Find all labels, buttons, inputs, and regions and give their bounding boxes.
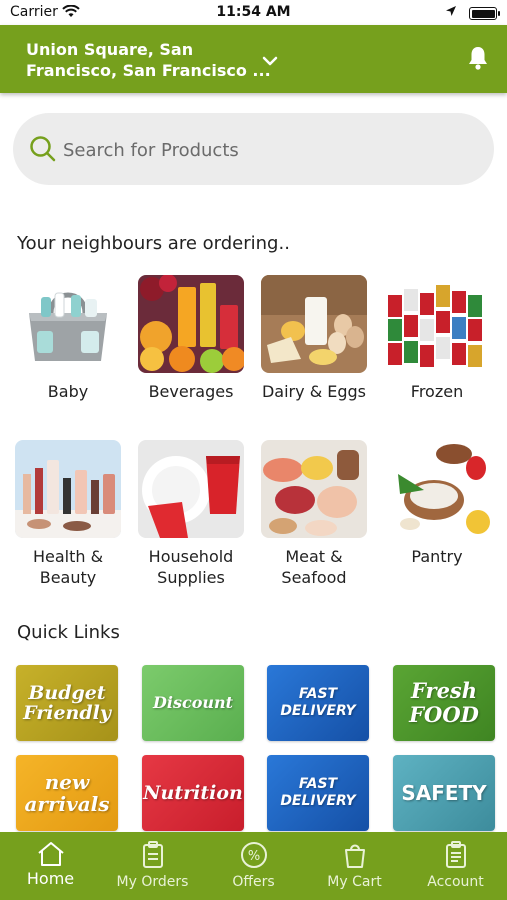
neighbours-section-title: Your neighbours are ordering..: [17, 233, 290, 254]
quick-link-nutrition[interactable]: Nutrition: [142, 755, 244, 831]
location-arrow-icon: [445, 5, 457, 21]
account-icon: [405, 841, 506, 869]
cart-icon: [304, 841, 405, 869]
category-label: Pantry: [411, 547, 463, 566]
nav-account-label: Account: [427, 874, 484, 890]
quick-link-label: SAFETY: [401, 781, 487, 805]
baby-category-image: [15, 275, 121, 373]
category-household-supplies[interactable]: Household Supplies: [136, 440, 246, 588]
meat-seafood-category-image: [261, 440, 367, 538]
nav-my-orders-label: My Orders: [116, 874, 189, 890]
category-label: Beverages: [148, 382, 234, 401]
quick-link-label: FAST DELIVERY: [280, 686, 356, 719]
category-label: Frozen: [410, 382, 464, 401]
quick-link-fresh-food[interactable]: Fresh FOOD: [393, 665, 495, 741]
quick-link-label: Discount: [152, 693, 234, 712]
battery-icon: [469, 7, 500, 20]
nav-my-cart[interactable]: My Cart: [304, 832, 405, 900]
search-icon: [29, 135, 57, 167]
notification-bell-icon[interactable]: [467, 45, 489, 75]
search-input[interactable]: [61, 131, 465, 169]
category-beverages[interactable]: Beverages: [136, 275, 246, 402]
category-label: Meat & Seafood: [281, 547, 347, 587]
health-beauty-category-image: [15, 440, 121, 538]
location-line-2: Francisco, San Francisco ...: [26, 61, 271, 80]
clock: 11:54 AM: [216, 4, 291, 20]
category-health-beauty[interactable]: Health & Beauty: [13, 440, 123, 588]
quick-link-discount[interactable]: Discount: [142, 665, 244, 741]
home-icon: [0, 841, 101, 867]
nav-my-orders[interactable]: My Orders: [102, 832, 203, 900]
status-bar: Carrier 11:54 AM: [0, 0, 507, 25]
quick-link-fast-delivery-2[interactable]: FAST DELIVERY: [267, 755, 369, 831]
household-supplies-category-image: [138, 440, 244, 538]
quick-link-new-arrivals[interactable]: new arrivals: [16, 755, 118, 831]
nav-offers-label: Offers: [232, 874, 275, 890]
category-label: Household Supplies: [148, 547, 234, 587]
quick-link-fast-delivery[interactable]: FAST DELIVERY: [267, 665, 369, 741]
frozen-category-image: [384, 275, 490, 373]
beverages-category-image: [138, 275, 244, 373]
category-baby[interactable]: Baby: [13, 275, 123, 402]
quick-link-budget-friendly[interactable]: Budget Friendly: [16, 665, 118, 741]
category-meat-seafood[interactable]: Meat & Seafood: [259, 440, 369, 588]
nav-home-label: Home: [26, 869, 75, 888]
quick-links-title: Quick Links: [17, 622, 120, 643]
app-header: Union Square, San Francisco, San Francis…: [0, 25, 507, 93]
search-bar[interactable]: [13, 113, 494, 185]
quick-link-label: FAST DELIVERY: [280, 776, 356, 809]
chevron-down-icon[interactable]: [262, 51, 278, 70]
location-line-1: Union Square, San: [26, 40, 194, 59]
category-label: Health & Beauty: [32, 547, 104, 587]
bottom-navigation: Home My Orders % Offers My Cart Account: [0, 832, 507, 900]
nav-offers[interactable]: % Offers: [203, 832, 304, 900]
category-pantry[interactable]: Pantry: [382, 440, 492, 567]
nav-home[interactable]: Home: [0, 832, 101, 900]
dairy-eggs-category-image: [261, 275, 367, 373]
pantry-category-image: [384, 440, 490, 538]
delivery-location[interactable]: Union Square, San Francisco, San Francis…: [26, 39, 271, 81]
quick-link-safety[interactable]: SAFETY: [393, 755, 495, 831]
nav-my-cart-label: My Cart: [327, 874, 382, 890]
category-label: Dairy & Eggs: [261, 382, 367, 401]
quick-link-label: Budget Friendly: [23, 682, 111, 724]
offers-icon: %: [203, 841, 304, 869]
category-dairy-eggs[interactable]: Dairy & Eggs: [259, 275, 369, 402]
category-label: Baby: [47, 382, 89, 401]
quick-link-label: Nutrition: [143, 781, 243, 804]
orders-icon: [102, 841, 203, 869]
quick-link-label: new arrivals: [24, 770, 110, 816]
nav-account[interactable]: Account: [405, 832, 506, 900]
quick-link-label: Fresh FOOD: [409, 678, 479, 727]
category-frozen[interactable]: Frozen: [382, 275, 492, 402]
svg-text:%: %: [247, 849, 259, 864]
